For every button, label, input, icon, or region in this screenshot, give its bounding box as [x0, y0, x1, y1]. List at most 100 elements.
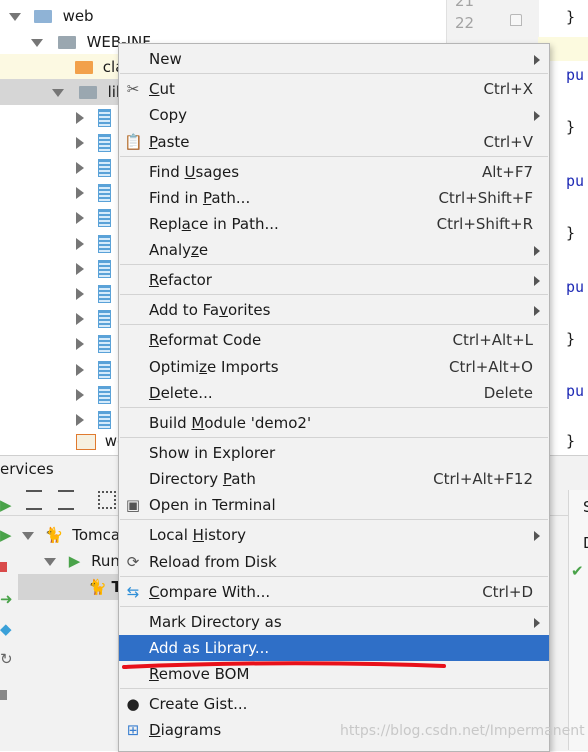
jar-icon: [98, 410, 111, 429]
github-icon: ●: [126, 695, 140, 713]
right-tab-label[interactable]: D: [583, 534, 588, 552]
menu-separator: [120, 407, 548, 408]
menu-item-label: Open in Terminal: [149, 496, 276, 514]
chevron-right-icon[interactable]: [76, 262, 84, 275]
menu-item-reformat-code[interactable]: Reformat Code Ctrl+Alt+L: [119, 327, 549, 353]
chevron-right-icon[interactable]: [76, 161, 84, 174]
menu-item-find-usages[interactable]: Find Usages Alt+F7: [119, 159, 549, 185]
jar-icon: [98, 360, 111, 379]
chevron-right-icon[interactable]: [76, 338, 84, 351]
menu-item-delete[interactable]: Delete... Delete: [119, 380, 549, 406]
menu-separator: [120, 606, 548, 607]
right-tab-label[interactable]: S: [583, 498, 588, 516]
service-tomcat[interactable]: 🐈 Tomcat: [18, 522, 126, 548]
menu-item-mark-directory-as[interactable]: Mark Directory as: [119, 609, 549, 635]
code-keyword: pu: [566, 278, 585, 296]
menu-item-local-history[interactable]: Local History: [119, 522, 549, 548]
stop-icon[interactable]: [0, 562, 7, 572]
menu-item-label: Analyze: [149, 241, 209, 259]
debug-icon[interactable]: ◆: [0, 620, 12, 638]
menu-item-directory-path[interactable]: Directory Path Ctrl+Alt+F12: [119, 466, 549, 492]
menu-item-compare-with[interactable]: ⇆ Compare With... Ctrl+D: [119, 579, 549, 605]
menu-item-add-to-favorites[interactable]: Add to Favorites: [119, 297, 549, 323]
menu-item-label: Cut: [149, 80, 175, 98]
menu-item-create-gist[interactable]: ● Create Gist...: [119, 691, 549, 717]
run-status-icon: ▶: [68, 552, 81, 570]
tree-item-web[interactable]: web: [0, 3, 446, 29]
chevron-right-icon[interactable]: [76, 111, 84, 124]
menu-separator: [120, 73, 548, 74]
menu-item-copy[interactable]: Copy: [119, 102, 549, 128]
menu-item-label: Refactor: [149, 271, 212, 289]
menu-item-build-module[interactable]: Build Module 'demo2': [119, 410, 549, 436]
code-keyword: pu: [566, 66, 585, 84]
menu-item-reload-from-disk[interactable]: ⟳ Reload from Disk: [119, 549, 549, 575]
chevron-down-icon[interactable]: [52, 88, 64, 97]
chevron-right-icon[interactable]: [76, 212, 84, 225]
menu-item-label: Build Module 'demo2': [149, 414, 312, 432]
chevron-down-icon[interactable]: [44, 557, 56, 566]
menu-item-optimize-imports[interactable]: Optimize Imports Ctrl+Alt+O: [119, 354, 549, 380]
code-keyword: pu: [566, 172, 585, 190]
menu-item-show-in-explorer[interactable]: Show in Explorer: [119, 440, 549, 466]
submenu-arrow-icon: [534, 276, 540, 286]
menu-item-label: Reload from Disk: [149, 553, 277, 571]
chevron-right-icon[interactable]: [76, 237, 84, 250]
menu-separator: [120, 688, 548, 689]
menu-item-shortcut: Ctrl+X: [483, 80, 533, 98]
tree-item-label: web: [62, 7, 94, 25]
xml-file-icon: [76, 433, 96, 450]
menu-item-label: Delete...: [149, 384, 213, 402]
menu-item-shortcut: Ctrl+V: [483, 133, 533, 151]
rerun-icon[interactable]: ▶: [0, 496, 12, 514]
deploy-icon[interactable]: ➜: [0, 590, 13, 608]
chevron-right-icon[interactable]: [76, 287, 84, 300]
collapse-all-icon[interactable]: [58, 490, 74, 510]
chevron-down-icon[interactable]: [22, 531, 34, 540]
watermark: https://blog.csdn.net/Impermanent: [340, 723, 585, 739]
jar-icon: [98, 385, 111, 404]
jar-icon: [98, 108, 111, 127]
menu-separator: [120, 294, 548, 295]
menu-item-refactor[interactable]: Refactor: [119, 267, 549, 293]
menu-item-replace-in-path[interactable]: Replace in Path... Ctrl+Shift+R: [119, 211, 549, 237]
expand-all-icon[interactable]: [26, 490, 42, 510]
menu-item-paste[interactable]: 📋 Paste Ctrl+V: [119, 129, 549, 155]
clipboard-icon: 📋: [124, 133, 143, 151]
code-keyword: pu: [566, 382, 585, 400]
menu-item-label: Directory Path: [149, 470, 256, 488]
chevron-right-icon[interactable]: [76, 363, 84, 376]
code-brace: }: [566, 118, 576, 136]
red-annotation-underline: [122, 661, 446, 669]
chevron-right-icon[interactable]: [76, 313, 84, 326]
chevron-down-icon[interactable]: [9, 12, 21, 21]
settings-icon[interactable]: [0, 690, 7, 700]
service-running[interactable]: ▶ Run: [18, 548, 120, 574]
tomcat-icon: 🐈: [44, 526, 64, 544]
chevron-down-icon[interactable]: [31, 38, 43, 47]
menu-separator: [120, 437, 548, 438]
refresh-icon[interactable]: ↻: [0, 650, 13, 668]
menu-item-add-as-library[interactable]: Add as Library...: [119, 635, 549, 661]
service-tomcat-instance[interactable]: 🐈 T: [18, 574, 122, 600]
menu-item-find-in-path[interactable]: Find in Path... Ctrl+Shift+F: [119, 185, 549, 211]
line-number: 22: [455, 14, 475, 32]
menu-item-cut[interactable]: ✂ Cut Ctrl+X: [119, 76, 549, 102]
chevron-right-icon[interactable]: [76, 187, 84, 200]
group-icon[interactable]: [98, 491, 116, 509]
chevron-right-icon[interactable]: [76, 413, 84, 426]
chevron-right-icon[interactable]: [76, 136, 84, 149]
fold-marker-icon[interactable]: [510, 14, 522, 26]
code-brace: }: [566, 224, 576, 242]
menu-item-analyze[interactable]: Analyze: [119, 237, 549, 263]
menu-item-label: Paste: [149, 133, 190, 151]
compare-icon: ⇆: [126, 583, 140, 601]
menu-item-new[interactable]: New: [119, 46, 549, 72]
submenu-arrow-icon: [534, 55, 540, 65]
run-icon[interactable]: ▶: [0, 526, 12, 544]
services-side-toolbar: ▶ ▶ ➜ ◆ ↻: [0, 490, 13, 750]
menu-item-open-in-terminal[interactable]: ▣ Open in Terminal: [119, 492, 549, 518]
jar-icon: [98, 158, 111, 177]
chevron-right-icon[interactable]: [76, 388, 84, 401]
folder-icon: [78, 86, 97, 99]
